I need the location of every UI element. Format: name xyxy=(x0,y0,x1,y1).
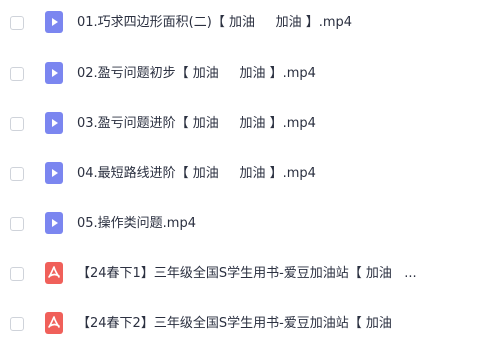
file-name[interactable]: 04.最短路线进阶【 加油 加油 】.mp4 xyxy=(77,164,477,184)
video-file-icon xyxy=(45,212,63,234)
video-file-icon xyxy=(45,112,63,134)
file-row[interactable]: 【24春下1】三年级全国S学生用书-爱豆加油站【 加油 ... xyxy=(0,251,488,299)
file-name[interactable]: 03.盈亏问题进阶【 加油 加油 】.mp4 xyxy=(77,114,477,134)
select-checkbox[interactable] xyxy=(10,267,24,281)
video-file-icon xyxy=(45,62,63,84)
video-file-icon xyxy=(45,162,63,184)
select-checkbox[interactable] xyxy=(10,16,24,30)
file-name[interactable]: 02.盈亏问题初步【 加油 加油 】.mp4 xyxy=(77,64,477,84)
file-row[interactable]: 02.盈亏问题初步【 加油 加油 】.mp4 xyxy=(0,51,488,99)
file-row[interactable]: 03.盈亏问题进阶【 加油 加油 】.mp4 xyxy=(0,101,488,149)
file-row[interactable]: 01.巧求四边形面积(二)【 加油 加油 】.mp4 xyxy=(0,0,488,48)
video-file-icon xyxy=(45,11,63,33)
pdf-file-icon xyxy=(45,262,63,284)
file-row[interactable]: 05.操作类问题.mp4 xyxy=(0,201,488,249)
file-row[interactable]: 【24春下2】三年级全国S学生用书-爱豆加油站【 加油 xyxy=(0,301,488,349)
select-checkbox[interactable] xyxy=(10,117,24,131)
select-checkbox[interactable] xyxy=(10,217,24,231)
file-name[interactable]: 01.巧求四边形面积(二)【 加油 加油 】.mp4 xyxy=(77,13,477,33)
select-checkbox[interactable] xyxy=(10,67,24,81)
file-name[interactable]: 05.操作类问题.mp4 xyxy=(77,214,477,234)
file-name[interactable]: 【24春下1】三年级全国S学生用书-爱豆加油站【 加油 ... xyxy=(77,264,477,284)
pdf-file-icon xyxy=(45,312,63,334)
file-row[interactable]: 04.最短路线进阶【 加油 加油 】.mp4 xyxy=(0,151,488,199)
select-checkbox[interactable] xyxy=(10,317,24,331)
file-name[interactable]: 【24春下2】三年级全国S学生用书-爱豆加油站【 加油 xyxy=(77,314,477,334)
select-checkbox[interactable] xyxy=(10,167,24,181)
